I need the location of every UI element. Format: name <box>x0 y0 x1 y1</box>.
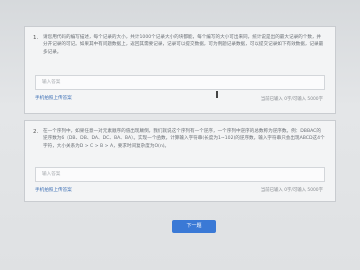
char-counter-2: 当前已输入 0字/可输入 5000字 <box>260 188 323 193</box>
char-counter-1: 当前已输入 0字/可输入 5000字 <box>260 97 323 102</box>
photo-upload-link-1[interactable]: 手机拍照上传答案 <box>35 95 72 101</box>
answer-input-2[interactable]: 输入答案 <box>35 167 325 182</box>
next-question-button[interactable]: 下一题 <box>172 220 216 233</box>
question-text: 请您用代码的编写描述，每个记录的大小，共计1000个记录大小的块都能，每个编写的… <box>43 35 324 55</box>
question-card-1: 1. 请您用代码的编写描述，每个记录的大小，共计1000个记录大小的块都能，每个… <box>24 26 336 114</box>
question-number: 2. <box>33 129 39 135</box>
question-number: 1. <box>33 35 39 41</box>
question-card-2: 2. 在一个序列中，如果任意一对元素顺序的值出现颠倒，我们就说这个序列有一个逆序… <box>24 120 336 202</box>
answer-placeholder: 输入答案 <box>42 172 61 177</box>
answer-placeholder: 输入答案 <box>42 80 61 85</box>
question-text: 在一个序列中，如果任意一对元素顺序的值出现颠倒，我们就说这个序列有一个逆序，一个… <box>43 129 325 149</box>
text-cursor-icon <box>216 91 218 98</box>
answer-input-1[interactable]: 输入答案 <box>35 75 325 90</box>
photo-upload-link-2[interactable]: 手机拍照上传答案 <box>35 187 72 193</box>
exam-page: 1. 请您用代码的编写描述，每个记录的大小，共计1000个记录大小的块都能，每个… <box>0 0 360 270</box>
